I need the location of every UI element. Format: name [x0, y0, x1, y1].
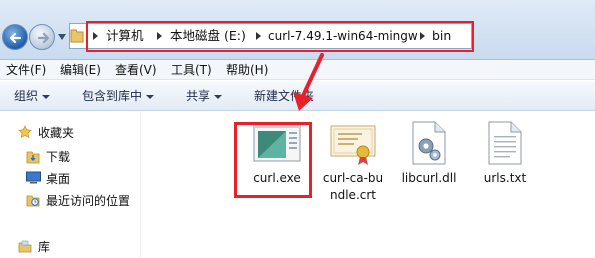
dll-gear-icon	[412, 121, 446, 165]
back-arrow-icon	[9, 32, 22, 44]
certificate-icon	[330, 125, 376, 165]
file-item-curl-exe[interactable]: curl.exe	[239, 120, 315, 192]
text-file-icon	[488, 121, 522, 165]
breadcrumb-bin[interactable]: bin	[432, 27, 451, 45]
chevron-down-icon	[214, 94, 223, 99]
organize-button[interactable]: 组织	[14, 88, 51, 104]
breadcrumb-drive-e[interactable]: 本地磁盘 (E:)	[170, 27, 246, 45]
breadcrumb-curl-folder[interactable]: curl-7.49.1-win64-mingw	[268, 27, 418, 45]
breadcrumb-separator-icon[interactable]	[93, 32, 98, 40]
menu-help[interactable]: 帮助(H)	[226, 62, 268, 78]
include-in-library-button[interactable]: 包含到库中	[82, 88, 155, 104]
desktop-icon	[26, 171, 41, 184]
file-list: curl.exe curl-ca-bu ndle.crt libcurl.dll	[141, 112, 595, 258]
file-item-libcurl-dll[interactable]: libcurl.dll	[391, 120, 467, 192]
breadcrumb-separator-icon[interactable]	[157, 32, 162, 40]
share-label: 共享	[186, 89, 211, 103]
breadcrumb-computer[interactable]: 计算机	[106, 27, 144, 45]
recent-pages-chevron-icon[interactable]	[58, 34, 66, 40]
nav-favorites[interactable]: 收藏夹	[18, 124, 128, 142]
file-name-line-1: curl-ca-bu	[322, 171, 384, 185]
nav-libraries-label: 库	[38, 240, 51, 254]
libraries-icon	[18, 240, 32, 253]
annotation-arrow-icon	[293, 53, 324, 111]
nav-libraries[interactable]: 库	[18, 238, 128, 256]
recent-places-icon	[26, 195, 40, 207]
menu-edit[interactable]: 编辑(E)	[60, 62, 101, 78]
forward-button[interactable]	[29, 24, 55, 50]
chevron-down-icon	[146, 94, 155, 99]
share-button[interactable]: 共享	[186, 88, 223, 104]
organize-label: 组织	[14, 89, 39, 103]
nav-recent-places-label: 最近访问的位置	[46, 194, 131, 208]
file-name-line-2: ndle.crt	[330, 188, 376, 202]
navigation-pane: 收藏夹 下载 桌面 最近访问的位置 库	[0, 112, 140, 258]
address-bar-row: 计算机 本地磁盘 (E:) curl-7.49.1-win64-mingw bi…	[0, 0, 595, 60]
file-item-curl-ca-bundle[interactable]: curl-ca-bu ndle.crt	[315, 120, 391, 210]
downloads-folder-icon	[26, 151, 40, 164]
chevron-down-icon	[42, 94, 51, 99]
nav-downloads-label: 下载	[46, 150, 71, 164]
include-in-library-label: 包含到库中	[82, 89, 143, 103]
nav-desktop-label: 桌面	[46, 172, 71, 186]
file-name: curl.exe	[253, 171, 301, 185]
breadcrumb-separator-icon[interactable]	[256, 32, 261, 40]
forward-arrow-icon	[37, 32, 50, 44]
menu-file[interactable]: 文件(F)	[6, 62, 46, 78]
star-icon	[18, 125, 32, 139]
folder-icon	[70, 29, 84, 43]
file-name: libcurl.dll	[401, 171, 457, 185]
file-name: urls.txt	[483, 171, 527, 185]
nav-downloads[interactable]: 下载	[26, 148, 136, 166]
exe-app-icon	[253, 122, 301, 162]
breadcrumb-separator-icon[interactable]	[420, 32, 425, 40]
file-item-urls-txt[interactable]: urls.txt	[467, 120, 543, 192]
menu-view[interactable]: 查看(V)	[115, 62, 157, 78]
nav-favorites-label: 收藏夹	[38, 126, 75, 140]
nav-recent-places[interactable]: 最近访问的位置	[26, 192, 140, 210]
back-button[interactable]	[2, 24, 28, 50]
menu-tools[interactable]: 工具(T)	[171, 62, 212, 78]
nav-desktop[interactable]: 桌面	[26, 170, 136, 188]
